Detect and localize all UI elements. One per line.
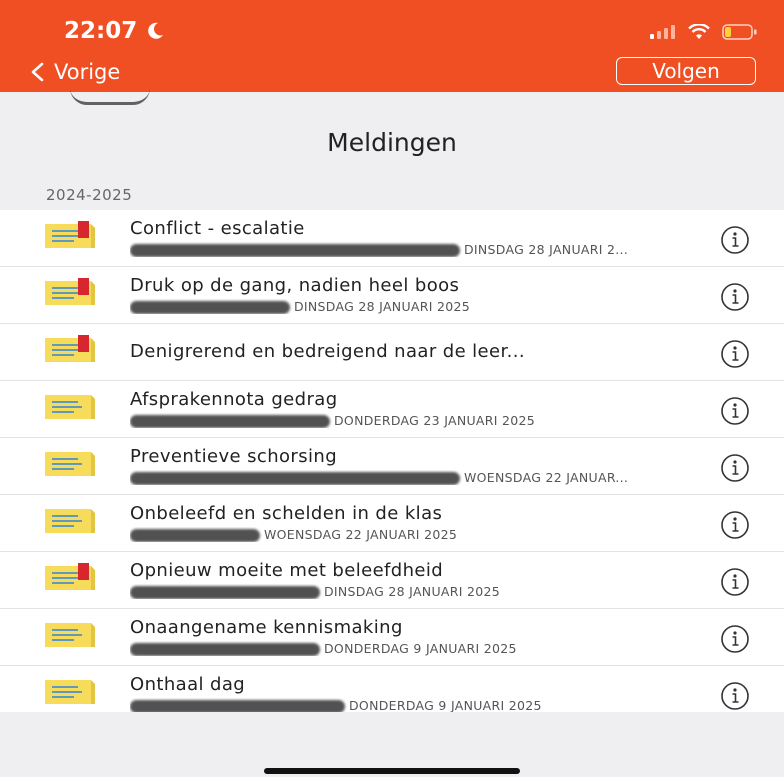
item-date: DINSDAG 28 JANUARI 2025	[294, 299, 470, 314]
info-icon[interactable]	[720, 339, 750, 369]
info-icon[interactable]	[720, 681, 750, 711]
top-bar: 22:07 Vorige Volgen	[0, 0, 784, 92]
item-date: WOENSDAG 22 JANUAR...	[464, 470, 629, 485]
status-icons	[650, 24, 758, 40]
flagged-note-icon	[45, 335, 95, 362]
battery-icon	[722, 24, 757, 40]
item-date: DINSDAG 28 JANUARI 2025	[324, 584, 500, 599]
item-subtitle: DONDERDAG 9 JANUARI 2025	[130, 698, 712, 713]
list-item[interactable]: Afsprakennota gedrag DONDERDAG 23 JANUARI…	[0, 381, 784, 438]
note-icon	[45, 680, 95, 704]
info-icon[interactable]	[720, 282, 750, 312]
item-subtitle: DONDERDAG 9 JANUARI 2025	[130, 641, 712, 656]
redacted-name	[130, 301, 290, 314]
moon-icon	[148, 22, 164, 39]
list-item[interactable]: Conflict - escalatie DINSDAG 28 JANUARI 2…	[0, 210, 784, 267]
list-item[interactable]: Druk op de gang, nadien heel boos DINSDAG…	[0, 267, 784, 324]
back-button[interactable]: Vorige	[30, 60, 120, 84]
list-item[interactable]: Denigrerend en bedreigend naar de leer..…	[0, 324, 784, 381]
redacted-name	[130, 529, 260, 542]
item-title: Opnieuw moeite met beleefdheid	[130, 560, 444, 581]
page-title: Meldingen	[327, 128, 457, 157]
item-date: DONDERDAG 9 JANUARI 2025	[324, 641, 517, 656]
item-subtitle: DINSDAG 28 JANUARI 2...	[130, 242, 712, 257]
item-date: WOENSDAG 22 JANUARI 2025	[264, 527, 458, 542]
note-icon	[45, 509, 95, 533]
section-header: 2024-2025	[46, 186, 133, 204]
item-title: Preventieve schorsing	[130, 446, 338, 467]
list-item[interactable]: Onaangename kennismaking DONDERDAG 9 JANU…	[0, 609, 784, 666]
info-icon[interactable]	[720, 567, 750, 597]
list-item[interactable]: Preventieve schorsing WOENSDAG 22 JANUAR.…	[0, 438, 784, 495]
note-icon	[45, 395, 95, 419]
item-title: Denigrerend en bedreigend naar de leer..…	[130, 341, 526, 362]
list-item[interactable]: Opnieuw moeite met beleefdheid DINSDAG 28…	[0, 552, 784, 609]
wifi-icon	[688, 24, 710, 39]
flagged-note-icon	[45, 221, 95, 248]
item-subtitle: WOENSDAG 22 JANUAR...	[130, 470, 712, 485]
signal-icon	[650, 25, 675, 39]
note-icon	[45, 623, 95, 647]
item-title: Onaangename kennismaking	[130, 617, 403, 638]
note-icon	[45, 452, 95, 476]
item-subtitle: DONDERDAG 23 JANUARI 2025	[130, 413, 712, 428]
notification-list: Conflict - escalatie DINSDAG 28 JANUARI 2…	[0, 210, 784, 722]
info-icon[interactable]	[720, 510, 750, 540]
info-icon[interactable]	[720, 624, 750, 654]
redacted-name	[130, 415, 330, 428]
item-date: DINSDAG 28 JANUARI 2...	[464, 242, 629, 257]
follow-button[interactable]: Volgen	[616, 57, 756, 85]
item-date: DONDERDAG 23 JANUARI 2025	[334, 413, 536, 428]
item-title: Onbeleefd en schelden in de klas	[130, 503, 443, 524]
item-subtitle: DINSDAG 28 JANUARI 2025	[130, 299, 712, 314]
home-indicator	[264, 768, 520, 774]
info-icon[interactable]	[720, 396, 750, 426]
flagged-note-icon	[45, 278, 95, 305]
back-label: Vorige	[54, 60, 121, 84]
status-time: 22:07	[64, 18, 165, 44]
status-time-text: 22:07	[64, 18, 138, 44]
redacted-name	[130, 586, 320, 599]
item-title: Afsprakennota gedrag	[130, 389, 338, 410]
item-date: DONDERDAG 9 JANUARI 2025	[349, 698, 542, 713]
list-item[interactable]: Onbeleefd en schelden in de klas WOENSDAG…	[0, 495, 784, 552]
item-subtitle: DINSDAG 28 JANUARI 2025	[130, 584, 712, 599]
item-subtitle: WOENSDAG 22 JANUARI 2025	[130, 527, 712, 542]
flagged-note-icon	[45, 563, 95, 590]
item-title: Conflict - escalatie	[130, 218, 305, 239]
chevron-left-icon	[31, 62, 44, 82]
info-icon[interactable]	[720, 453, 750, 483]
redacted-name	[130, 472, 460, 485]
avatar	[70, 88, 150, 105]
item-title: Onthaal dag	[130, 674, 246, 695]
info-icon[interactable]	[720, 225, 750, 255]
redacted-name	[130, 643, 320, 656]
redacted-name	[130, 244, 460, 257]
item-title: Druk op de gang, nadien heel boos	[130, 275, 460, 296]
